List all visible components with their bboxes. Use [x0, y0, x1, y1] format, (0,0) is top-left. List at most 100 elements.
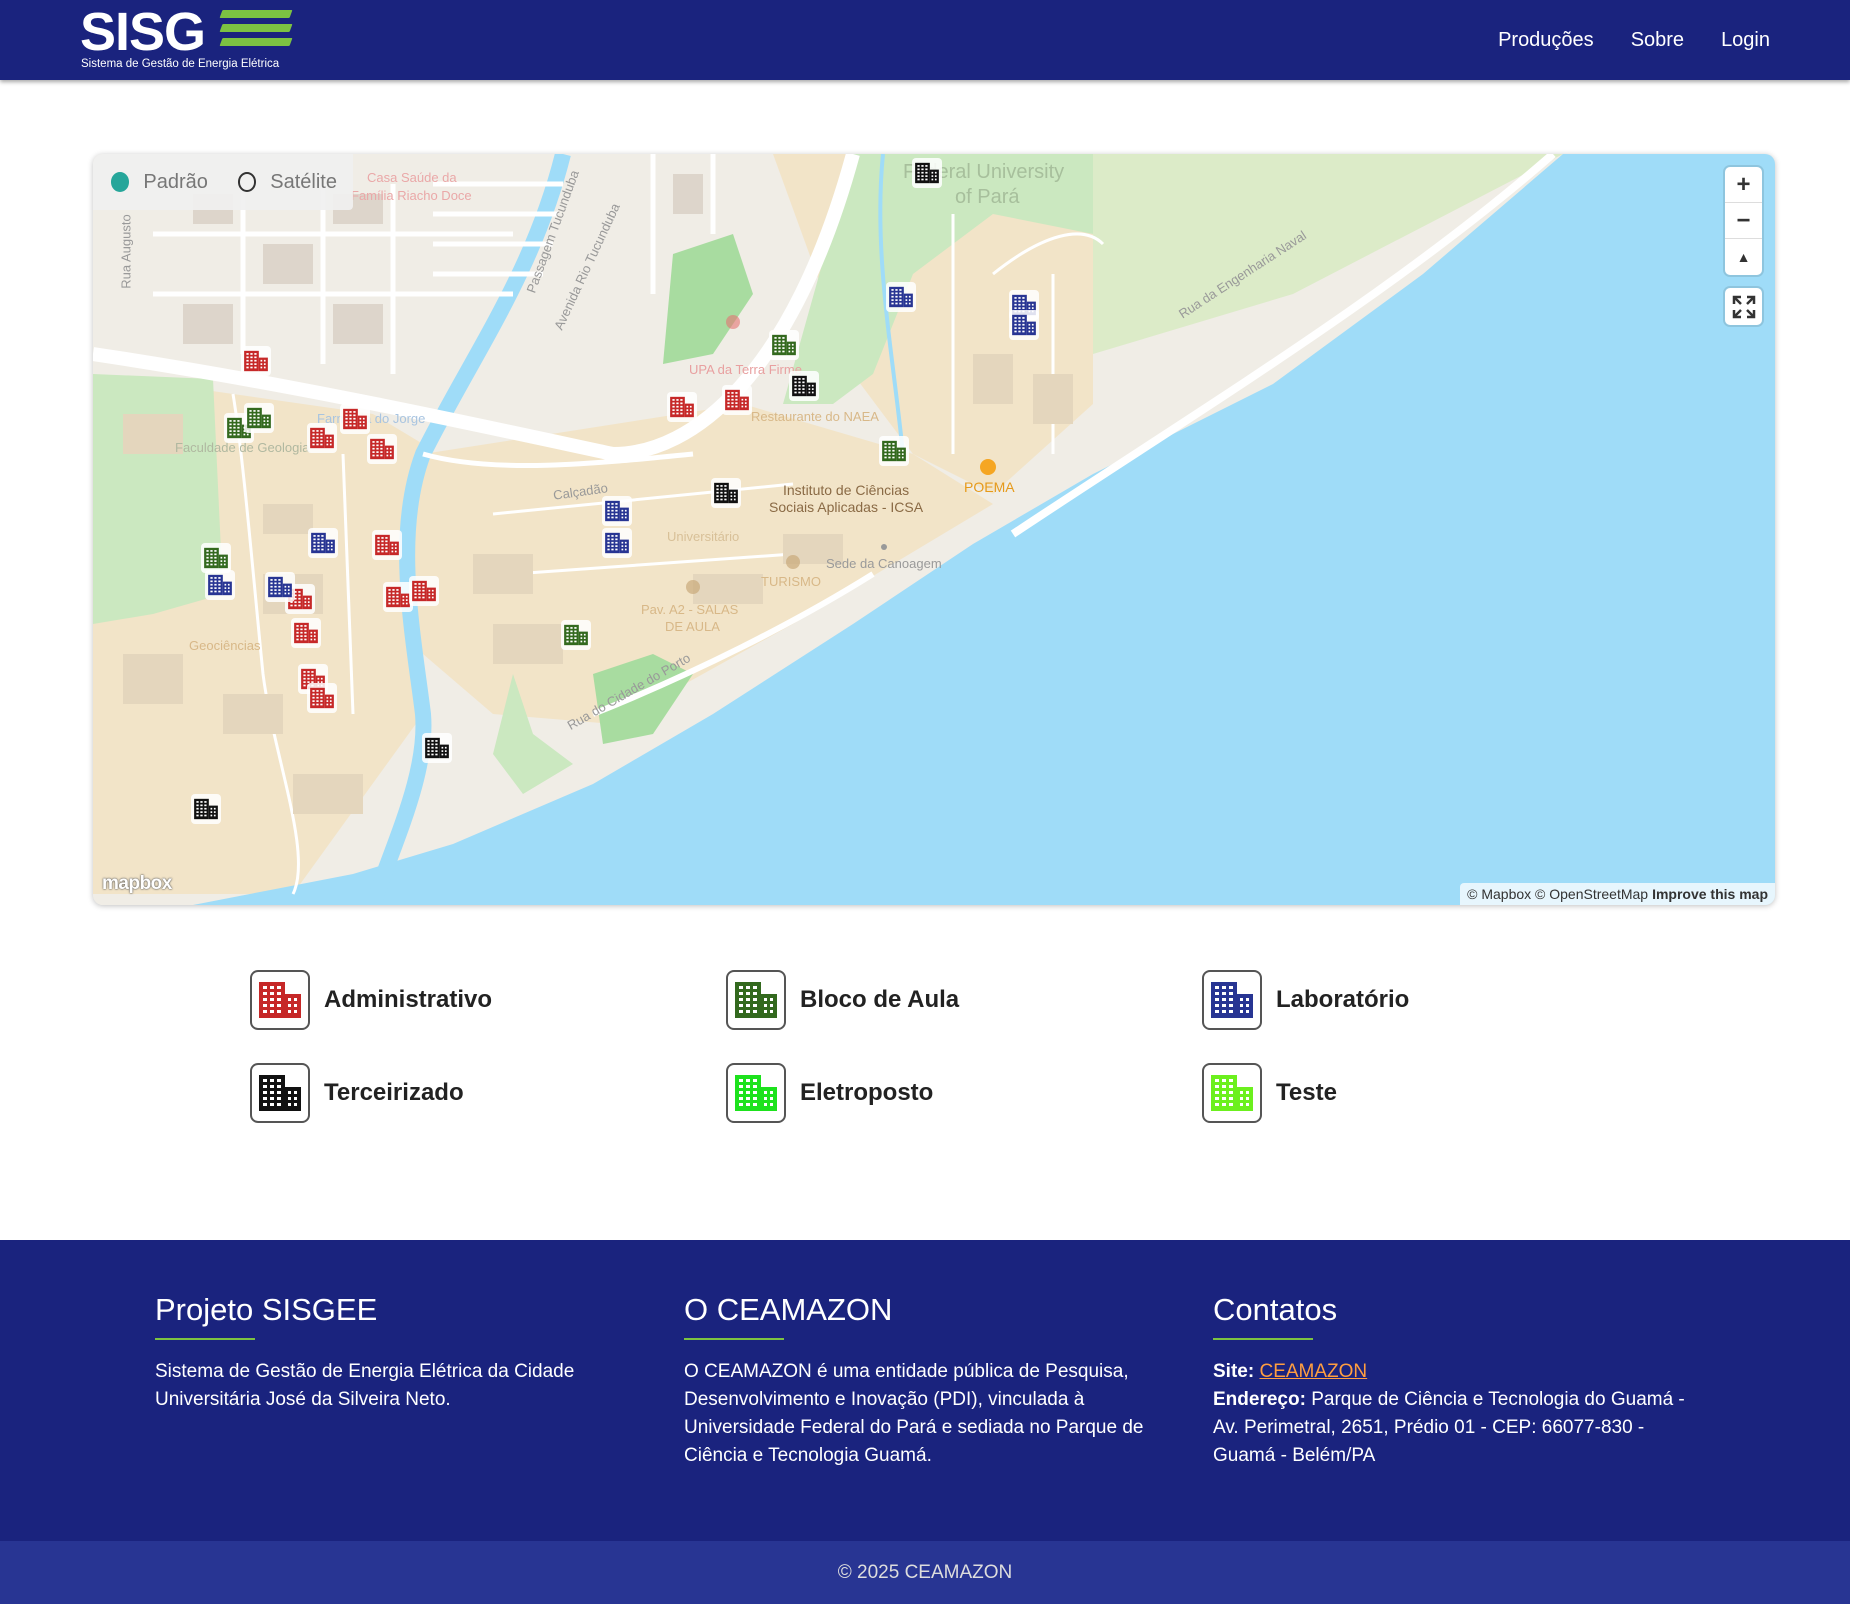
copyright-bar: © 2025 CEAMAZON [0, 1541, 1850, 1604]
title-underline [1213, 1338, 1313, 1340]
building-marker-admin[interactable] [291, 618, 321, 648]
building-icon [208, 574, 232, 596]
building-icon [792, 375, 816, 397]
map-label-casa-2: Família Riacho Doce [351, 188, 472, 203]
top-navbar: SISG Sistema de Gestão de Energia Elétri… [0, 0, 1850, 80]
mapbox-logo[interactable]: mapbox [102, 873, 172, 895]
building-marker-lab[interactable] [602, 528, 632, 558]
map-label-federal-2: of Pará [955, 186, 1020, 208]
building-icon [889, 286, 913, 308]
footer-col-contatos: Contatos Site: CEAMAZON Endereço: Parque… [1213, 1290, 1693, 1470]
logo-bars-icon [219, 10, 293, 54]
nav-sobre[interactable]: Sobre [1631, 26, 1684, 54]
building-icon [343, 408, 367, 430]
building-marker-lab[interactable] [308, 528, 338, 558]
zoom-controls: + − ▲ [1725, 167, 1762, 275]
building-marker-terc[interactable] [789, 371, 819, 401]
map-label-icsa-1: Instituto de Ciências [783, 482, 910, 498]
copyright-text: © 2025 CEAMAZON [837, 1561, 1013, 1583]
map-attribution: © Mapbox © OpenStreetMap Improve this map [1460, 883, 1775, 905]
building-marker-admin[interactable] [722, 385, 752, 415]
radio-padrao[interactable] [111, 172, 130, 192]
fullscreen-button[interactable] [1725, 288, 1762, 325]
building-icon [412, 580, 436, 602]
building-icon [204, 547, 228, 569]
building-icon [311, 532, 335, 554]
map-label-universitario: Universitário [667, 529, 740, 544]
sisgee-logo[interactable]: SISG Sistema de Gestão de Energia Elétri… [80, 2, 310, 72]
building-icon [247, 407, 271, 429]
label-padrao[interactable]: Padrão [143, 171, 208, 194]
building-icon [670, 396, 694, 418]
building-marker-aula[interactable] [244, 403, 274, 433]
building-marker-lab[interactable] [602, 496, 632, 526]
building-icon [725, 389, 749, 411]
site-label: Site: [1213, 1361, 1255, 1382]
map-label-geociencias: Geociências [189, 638, 261, 653]
building-marker-terc[interactable] [191, 794, 221, 824]
building-icon [915, 162, 939, 184]
site-link[interactable]: CEAMAZON [1259, 1361, 1367, 1382]
building-marker-admin[interactable] [409, 576, 439, 606]
footer-col-ceamazon: O CEAMAZON O CEAMAZON é uma entidade púb… [684, 1290, 1164, 1470]
improve-map-link[interactable]: Improve this map [1652, 886, 1768, 902]
building-marker-admin[interactable] [367, 434, 397, 464]
building-icon [1202, 970, 1262, 1030]
building-icon [194, 798, 218, 820]
zoom-in-button[interactable]: + [1725, 167, 1762, 203]
compass-button[interactable]: ▲ [1725, 239, 1762, 275]
label-satelite[interactable]: Satélite [270, 171, 337, 194]
building-marker-admin[interactable] [241, 346, 271, 376]
building-icon [605, 500, 629, 522]
attribution-text[interactable]: © Mapbox © OpenStreetMap [1467, 886, 1648, 902]
building-marker-admin[interactable] [667, 392, 697, 422]
building-icon [386, 586, 410, 608]
legend-label: Administrativo [324, 986, 493, 1013]
campus-map[interactable]: Federal University of Pará Instituto de … [93, 154, 1775, 905]
building-icon [294, 622, 318, 644]
legend-administrativo: Administrativo [250, 970, 492, 1030]
building-icon [772, 334, 796, 356]
building-icon [310, 687, 334, 709]
map-label-upa: UPA da Terra Firme [689, 362, 802, 377]
building-marker-admin[interactable] [307, 423, 337, 453]
map-label-pav-2: DE AULA [665, 619, 720, 634]
nav-login[interactable]: Login [1721, 26, 1770, 54]
map-label-icsa-2: Sociais Aplicadas - ICSA [769, 499, 924, 515]
building-icon [370, 438, 394, 460]
building-icon [1202, 1063, 1262, 1123]
building-marker-terc[interactable] [912, 158, 942, 188]
fullscreen-icon [1732, 295, 1755, 318]
building-icon [605, 532, 629, 554]
building-marker-terc[interactable] [422, 733, 452, 763]
building-marker-lab[interactable] [265, 572, 295, 602]
map-label-restaurante: Restaurante do NAEA [751, 409, 879, 424]
map-label-pav: Pav. A2 - SALAS [641, 602, 739, 617]
building-marker-aula[interactable] [879, 436, 909, 466]
building-marker-terc[interactable] [711, 478, 741, 508]
legend-laboratorio: Laboratório [1202, 970, 1409, 1030]
building-icon [250, 970, 310, 1030]
footer-text-ceamazon: O CEAMAZON é uma entidade pública de Pes… [684, 1361, 1144, 1466]
building-marker-lab[interactable] [205, 570, 235, 600]
building-marker-aula[interactable] [201, 543, 231, 573]
main-nav: Produções Sobre Login [1498, 26, 1770, 54]
building-marker-lab[interactable] [886, 282, 916, 312]
building-icon [1012, 314, 1036, 336]
legend-teste: Teste [1202, 1063, 1337, 1123]
legend-eletroposto: Eletroposto [726, 1063, 933, 1123]
title-underline [684, 1338, 784, 1340]
logo-subtitle: Sistema de Gestão de Energia Elétrica [81, 58, 280, 70]
legend-terceirizado: Terceirizado [250, 1063, 464, 1123]
building-marker-aula[interactable] [561, 620, 591, 650]
footer-address: Endereço: Parque de Ciência e Tecnologia… [1213, 1386, 1693, 1470]
building-marker-admin[interactable] [340, 404, 370, 434]
nav-producoes[interactable]: Produções [1498, 26, 1594, 54]
building-marker-lab[interactable] [1009, 310, 1039, 340]
legend-label: Eletroposto [800, 1079, 934, 1106]
building-marker-admin[interactable] [372, 530, 402, 560]
zoom-out-button[interactable]: − [1725, 203, 1762, 239]
building-marker-aula[interactable] [769, 330, 799, 360]
building-marker-admin[interactable] [307, 683, 337, 713]
radio-satelite[interactable] [237, 172, 257, 192]
